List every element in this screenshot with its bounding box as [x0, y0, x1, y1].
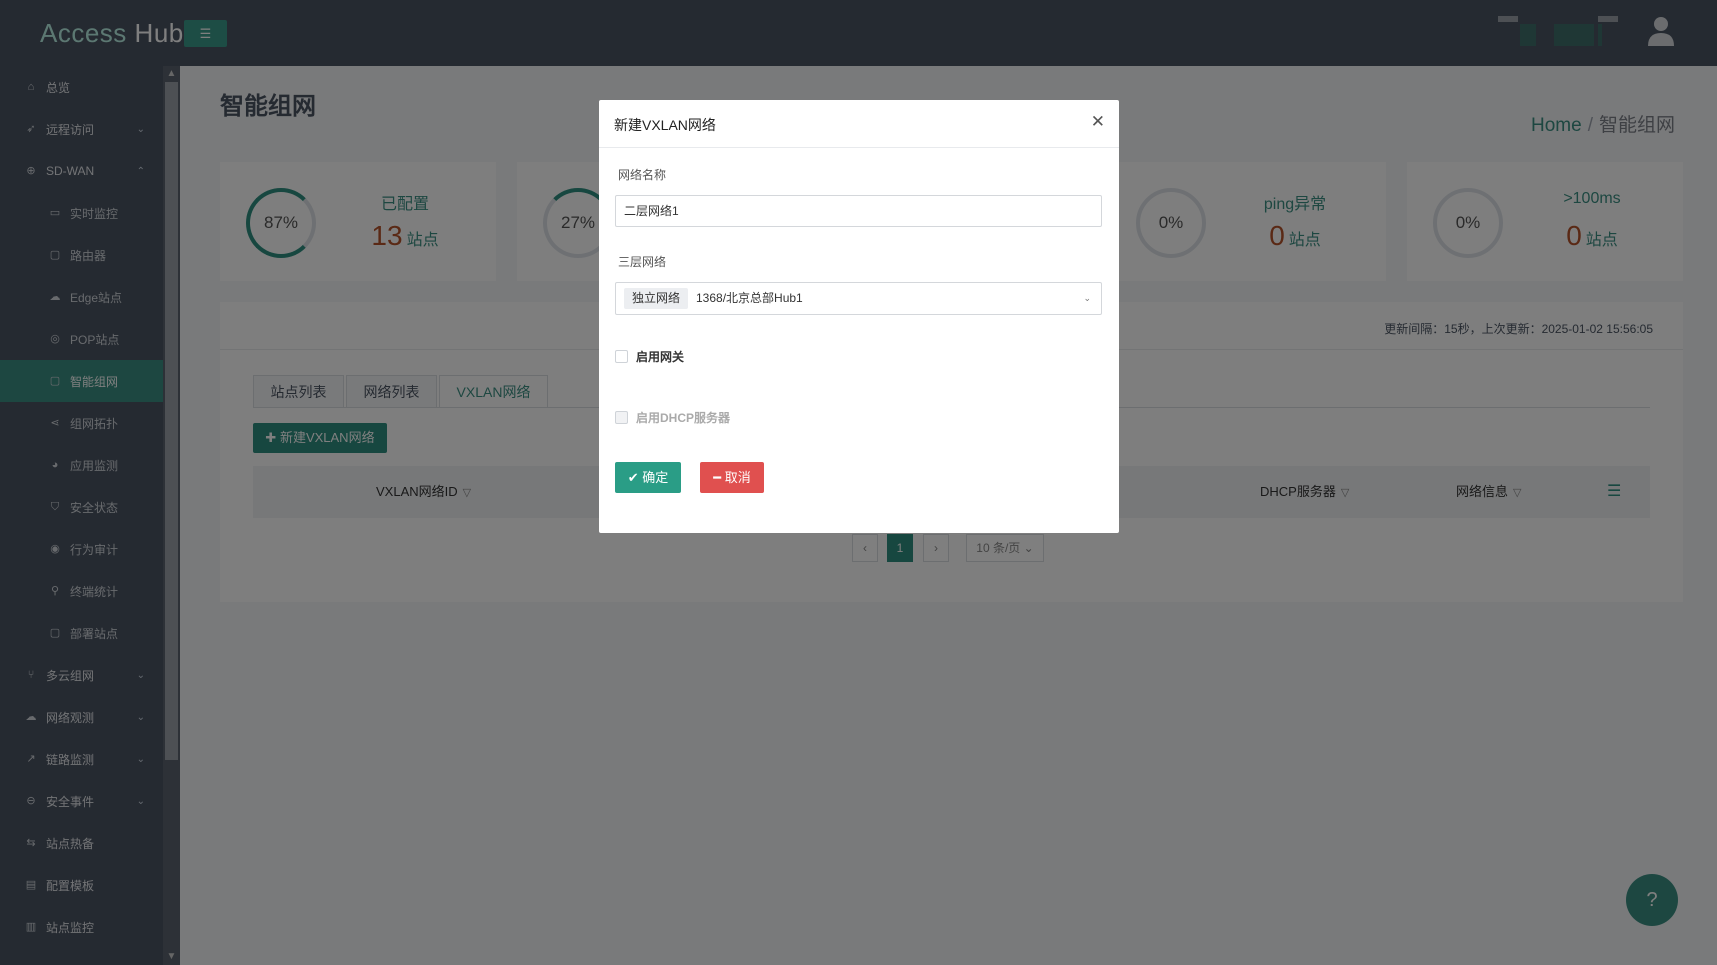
cancel-label: 取消: [724, 470, 751, 485]
confirm-button[interactable]: ✔ 确定: [615, 462, 681, 493]
l3-network-select[interactable]: 独立网络 1368/北京总部Hub1 ⌄: [615, 282, 1102, 315]
gateway-checkbox-row[interactable]: 启用网关: [615, 348, 684, 364]
modal-title: 新建VXLAN网络: [614, 117, 716, 133]
l3-network-value: 1368/北京总部Hub1: [696, 291, 803, 305]
network-name-input[interactable]: 二层网络1: [615, 195, 1102, 227]
gateway-checkbox-label: 启用网关: [636, 349, 685, 364]
l3-network-tag: 独立网络: [624, 288, 689, 309]
gateway-checkbox[interactable]: [615, 349, 628, 363]
close-icon[interactable]: ✕: [1091, 112, 1105, 132]
l3-network-label: 三层网络: [618, 255, 667, 269]
check-icon: ✔: [627, 470, 643, 485]
dhcp-checkbox: [615, 410, 628, 424]
confirm-label: 确定: [642, 470, 669, 485]
cancel-button[interactable]: ━ 取消: [700, 462, 764, 493]
modal-header: 新建VXLAN网络 ✕: [599, 100, 1119, 148]
new-vxlan-modal: 新建VXLAN网络 ✕ 网络名称 二层网络1 三层网络 独立网络 1368/北京…: [599, 100, 1119, 533]
dhcp-checkbox-label: 启用DHCP服务器: [636, 410, 731, 425]
chevron-down-icon: ⌄: [1083, 293, 1091, 303]
minus-icon: ━: [713, 470, 725, 485]
network-name-label: 网络名称: [618, 168, 667, 182]
dhcp-checkbox-row: 启用DHCP服务器: [615, 409, 730, 425]
